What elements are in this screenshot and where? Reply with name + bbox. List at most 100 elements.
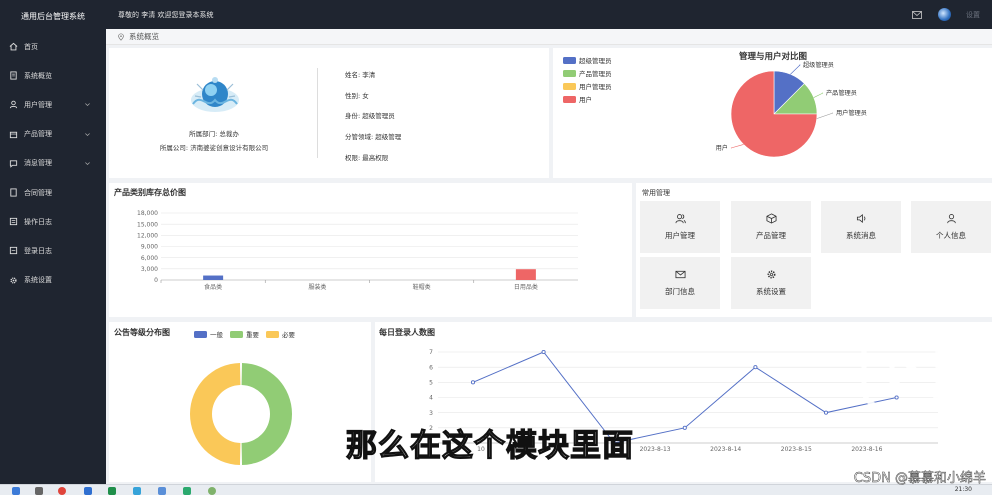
profile-card: 所属部门: 总裁办 所属公司: 济南婆娑创意设计有限公司 姓名: 李清 性别: … [109, 48, 549, 178]
top-header: 尊敬的 李清 欢迎您登录本系统 设置 [106, 0, 992, 29]
tile-label: 个人信息 [936, 231, 966, 240]
settings-link[interactable]: 设置 [966, 10, 980, 20]
tile-system-settings[interactable]: 系统设置 [731, 257, 811, 309]
data-point[interactable] [682, 425, 687, 430]
legend-label[interactable]: 用户 [579, 95, 592, 104]
tile-system-messages[interactable]: 系统消息 [821, 201, 901, 253]
bar[interactable] [515, 269, 536, 280]
y-tick-label: 18,000 [137, 210, 158, 217]
users-icon [675, 214, 686, 224]
inventory-bar-card: 产品类别库存总价图 0 3,000 6,000 9,000 12,000 15,000 18… [109, 183, 632, 317]
y-tick-label: 0 [154, 277, 158, 284]
tile-personal-info[interactable]: 个人信息 [911, 201, 991, 253]
y-tick-label: 3 [429, 410, 433, 417]
breadcrumb: 系统概览 [106, 29, 992, 45]
legend-label[interactable]: 超级管理员 [579, 56, 612, 65]
location-icon [118, 32, 124, 41]
legend-swatch[interactable] [563, 96, 576, 103]
chart-title: 产品类别库存总价图 [114, 187, 186, 197]
profile-permission: 权限: 最高权限 [345, 154, 389, 162]
app-icon[interactable] [183, 487, 191, 495]
x-tick-label: 鞋帽类 [413, 283, 431, 291]
breadcrumb-label: 系统概览 [129, 32, 159, 41]
excel-icon[interactable] [108, 487, 116, 495]
sidebar: 通用后台管理系统 首页 系统概览 用户管理 产品管理 消息管理 合同管理 操作日… [0, 0, 106, 495]
app-icon[interactable] [133, 487, 141, 495]
windows-taskbar: 21:30 [0, 484, 992, 495]
section-title: 常用管理 [642, 189, 670, 197]
legend-label[interactable]: 用户管理员 [579, 82, 612, 91]
start-icon[interactable] [12, 487, 20, 495]
legend-label[interactable]: 重要 [246, 331, 260, 339]
sidebar-item-messages[interactable]: 消息管理 [0, 149, 106, 178]
sidebar-item-settings[interactable]: 系统设置 [0, 266, 106, 295]
y-tick-label: 4 [429, 395, 433, 402]
slice-label: 用户 [716, 144, 728, 152]
legend-label[interactable]: 一般 [210, 330, 224, 339]
login-log-icon [9, 247, 18, 255]
browser-icon[interactable] [58, 487, 66, 495]
app-icon[interactable] [84, 487, 92, 495]
label-leader-line [790, 64, 801, 75]
data-point[interactable] [753, 365, 758, 370]
y-tick-label: 5 [429, 380, 433, 387]
contract-icon [10, 188, 17, 197]
avatar[interactable] [938, 8, 951, 21]
bar[interactable] [203, 275, 224, 280]
company-logo [191, 77, 239, 112]
common-management-card: 常用管理 用户管理 产品管理 系统消息 个人信息 部门信息 系统设置 [636, 183, 992, 317]
sidebar-item-users[interactable]: 用户管理 [0, 90, 106, 119]
admin-user-pie-card: 管理与用户对比图 超级管理员 产品管理员 用户管理员 用户 超级管理员 产品管理员 用户管… [553, 48, 992, 178]
legend-label[interactable]: 产品管理员 [579, 69, 612, 78]
donut-chart: 公告等级分布图 一般 重要 必要 [114, 327, 296, 465]
sidebar-item-products[interactable]: 产品管理 [0, 120, 106, 149]
label-leader-line [816, 112, 834, 119]
profile-identity: 身份: 超级管理员 [345, 112, 395, 120]
data-point[interactable] [541, 349, 546, 355]
donut-slice[interactable] [241, 363, 293, 465]
tile-label: 系统消息 [846, 231, 876, 240]
sidebar-item-contracts[interactable]: 合同管理 [0, 178, 106, 207]
sidebar-item-login-log[interactable]: 登录日志 [0, 236, 106, 265]
sidebar-item-label: 操作日志 [24, 217, 52, 226]
legend-swatch[interactable] [230, 331, 243, 338]
sidebar-item-label: 消息管理 [24, 159, 52, 168]
legend-swatch[interactable] [266, 331, 279, 338]
y-tick-label: 6,000 [141, 255, 158, 262]
log-icon [9, 218, 18, 226]
donut-slice[interactable] [189, 363, 241, 465]
legend-swatch[interactable] [563, 83, 576, 90]
slice-label: 产品管理员 [826, 89, 857, 97]
sidebar-item-label: 系统设置 [24, 276, 52, 285]
app-icon[interactable] [208, 487, 216, 495]
legend-swatch[interactable] [563, 57, 576, 64]
data-point[interactable] [470, 380, 476, 385]
profile-gender: 性别: 女 [345, 92, 369, 100]
header-actions: 设置 [912, 0, 992, 29]
mail-icon[interactable] [912, 10, 922, 19]
app-icon[interactable] [158, 487, 166, 495]
legend-label[interactable]: 必要 [282, 330, 296, 339]
message-icon [9, 160, 18, 168]
chevron-down-icon [85, 132, 90, 136]
tile-department-info[interactable]: 部门信息 [640, 257, 720, 309]
sidebar-item-home[interactable]: 首页 [0, 32, 106, 61]
divider [317, 68, 318, 158]
welcome-text: 尊敬的 李清 欢迎您登录本系统 [118, 10, 214, 19]
tile-label: 系统设置 [756, 287, 786, 296]
data-point[interactable] [823, 410, 829, 415]
search-icon[interactable] [35, 487, 43, 495]
sidebar-item-label: 首页 [24, 42, 38, 51]
mail-icon [675, 270, 685, 279]
legend-swatch[interactable] [563, 70, 576, 77]
sidebar-item-overview[interactable]: 系统概览 [0, 61, 106, 90]
tile-product-management[interactable]: 产品管理 [731, 201, 811, 253]
chart-title: 每日登录人数图 [379, 327, 435, 337]
legend-swatch[interactable] [194, 331, 207, 338]
x-tick-label: 2023-8-13 [640, 446, 671, 453]
person-icon [946, 214, 956, 224]
sidebar-item-operation-log[interactable]: 操作日志 [0, 207, 106, 236]
tile-label: 部门信息 [665, 287, 695, 296]
chevron-down-icon [85, 103, 90, 107]
tile-user-management[interactable]: 用户管理 [640, 201, 720, 253]
